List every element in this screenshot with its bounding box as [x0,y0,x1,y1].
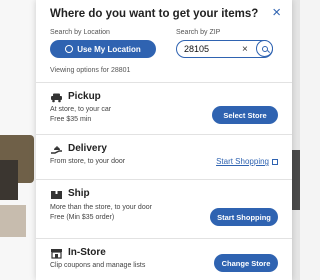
zip-search-box: × [176,40,273,58]
store-icon [51,249,62,259]
box-icon [51,191,62,199]
delivery-title: Delivery [68,143,107,154]
search-location-label: Search by Location [50,29,110,36]
search-icon [261,45,268,52]
instore-title: In-Store [68,247,106,258]
delivery-desc-1: From store, to your door [50,158,126,165]
fulfillment-modal: Where do you want to get your items? × S… [36,0,292,280]
clear-icon[interactable]: × [242,44,248,55]
instore-desc-1: Clip coupons and manage lists [50,262,146,269]
delivery-hand-icon [51,146,62,154]
start-shopping-link-label: Start Shopping [216,157,269,166]
option-delivery: Delivery From store, to your door Start … [36,134,292,179]
use-my-location-label: Use My Location [77,44,141,54]
pickup-desc-1: At store, to your car [50,106,112,113]
pickup-desc-2: Free $35 min [50,116,92,123]
zip-search-button[interactable] [256,40,273,57]
zip-input[interactable] [184,44,240,54]
background-image-dark [0,160,18,200]
option-pickup: Pickup At store, to your car Free $35 mi… [36,82,292,134]
ship-title: Ship [68,188,90,199]
external-link-icon [272,159,278,165]
background-image-grain [0,205,26,237]
close-icon[interactable]: × [272,5,281,20]
option-ship: Ship More than the store, to your door F… [36,179,292,234]
search-zip-label: Search by ZIP [176,29,221,36]
background-right-edge [292,0,300,280]
start-shopping-link[interactable]: Start Shopping [216,157,278,166]
ship-desc-2: Free (Min $35 order) [50,214,115,221]
start-shopping-button[interactable]: Start Shopping [210,208,278,226]
pickup-title: Pickup [68,91,101,102]
modal-title: Where do you want to get your items? [50,8,259,20]
use-my-location-button[interactable]: Use My Location [50,40,156,58]
ship-desc-1: More than the store, to your door [50,204,152,211]
select-store-button[interactable]: Select Store [212,106,278,124]
viewing-options-text: Viewing options for 28801 [50,67,131,74]
car-icon [51,93,62,103]
option-instore: In-Store Clip coupons and manage lists C… [36,238,292,280]
modal-header: Where do you want to get your items? × [36,0,292,30]
change-store-button[interactable]: Change Store [214,254,278,272]
location-pin-icon [65,45,74,53]
background-right-bar [292,150,300,210]
